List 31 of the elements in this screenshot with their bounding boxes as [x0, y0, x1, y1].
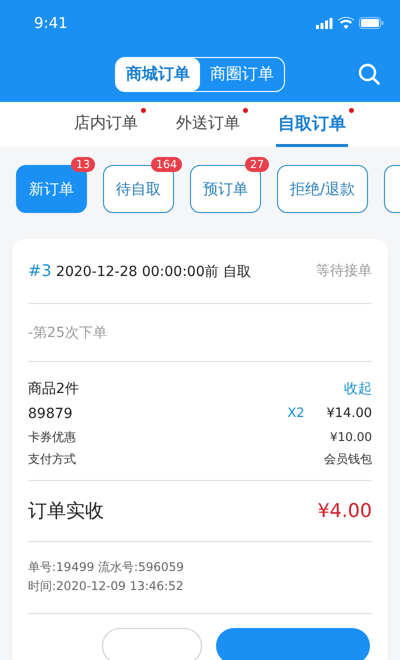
order-tab[interactable]: 自取订单 [276, 102, 348, 147]
status-time: 9:41 [34, 14, 68, 32]
total-amount: ¥4.00 [318, 500, 372, 522]
order-meta: 时间:2020-12-09 13:46:52 [28, 578, 184, 595]
total-label: 订单实收 [28, 499, 104, 524]
pickup-time: #3 2020-12-28 00:00:00前 自取 [28, 261, 252, 281]
search-icon[interactable] [358, 63, 380, 85]
item-price: ¥14.00 [326, 406, 372, 421]
items-title: 商品2件 [28, 380, 79, 398]
fee-value: ¥10.00 [330, 430, 372, 444]
filter-chip[interactable]: 拒绝/退款 [277, 165, 368, 213]
battery-icon [359, 17, 384, 29]
fee-label: 支付方式 [28, 450, 76, 468]
fee-label: 卡券优惠 [28, 428, 76, 446]
segment-tab[interactable]: 商城订单 [116, 58, 200, 90]
order-tab[interactable]: 外送订单 [174, 102, 242, 147]
count-badge: 13 [71, 157, 95, 172]
wifi-icon [338, 17, 354, 29]
fee-value: 会员钱包 [324, 450, 372, 468]
primary-button[interactable] [216, 628, 370, 660]
item-name: 89879 [28, 406, 73, 422]
order-tab[interactable]: 店内订单 [72, 102, 140, 147]
item-quantity: X2 [287, 406, 304, 421]
order-note: -第25次下单 [28, 324, 107, 342]
count-badge: 27 [245, 157, 269, 172]
order-status: 等待接单 [316, 262, 372, 280]
order-meta: 单号:19499 流水号:596059 [28, 559, 185, 576]
collapse-link[interactable]: 收起 [344, 380, 372, 398]
count-badge: 164 [151, 157, 182, 172]
segment-tab[interactable]: 商圈订单 [200, 58, 284, 90]
signal-icon [316, 18, 333, 28]
